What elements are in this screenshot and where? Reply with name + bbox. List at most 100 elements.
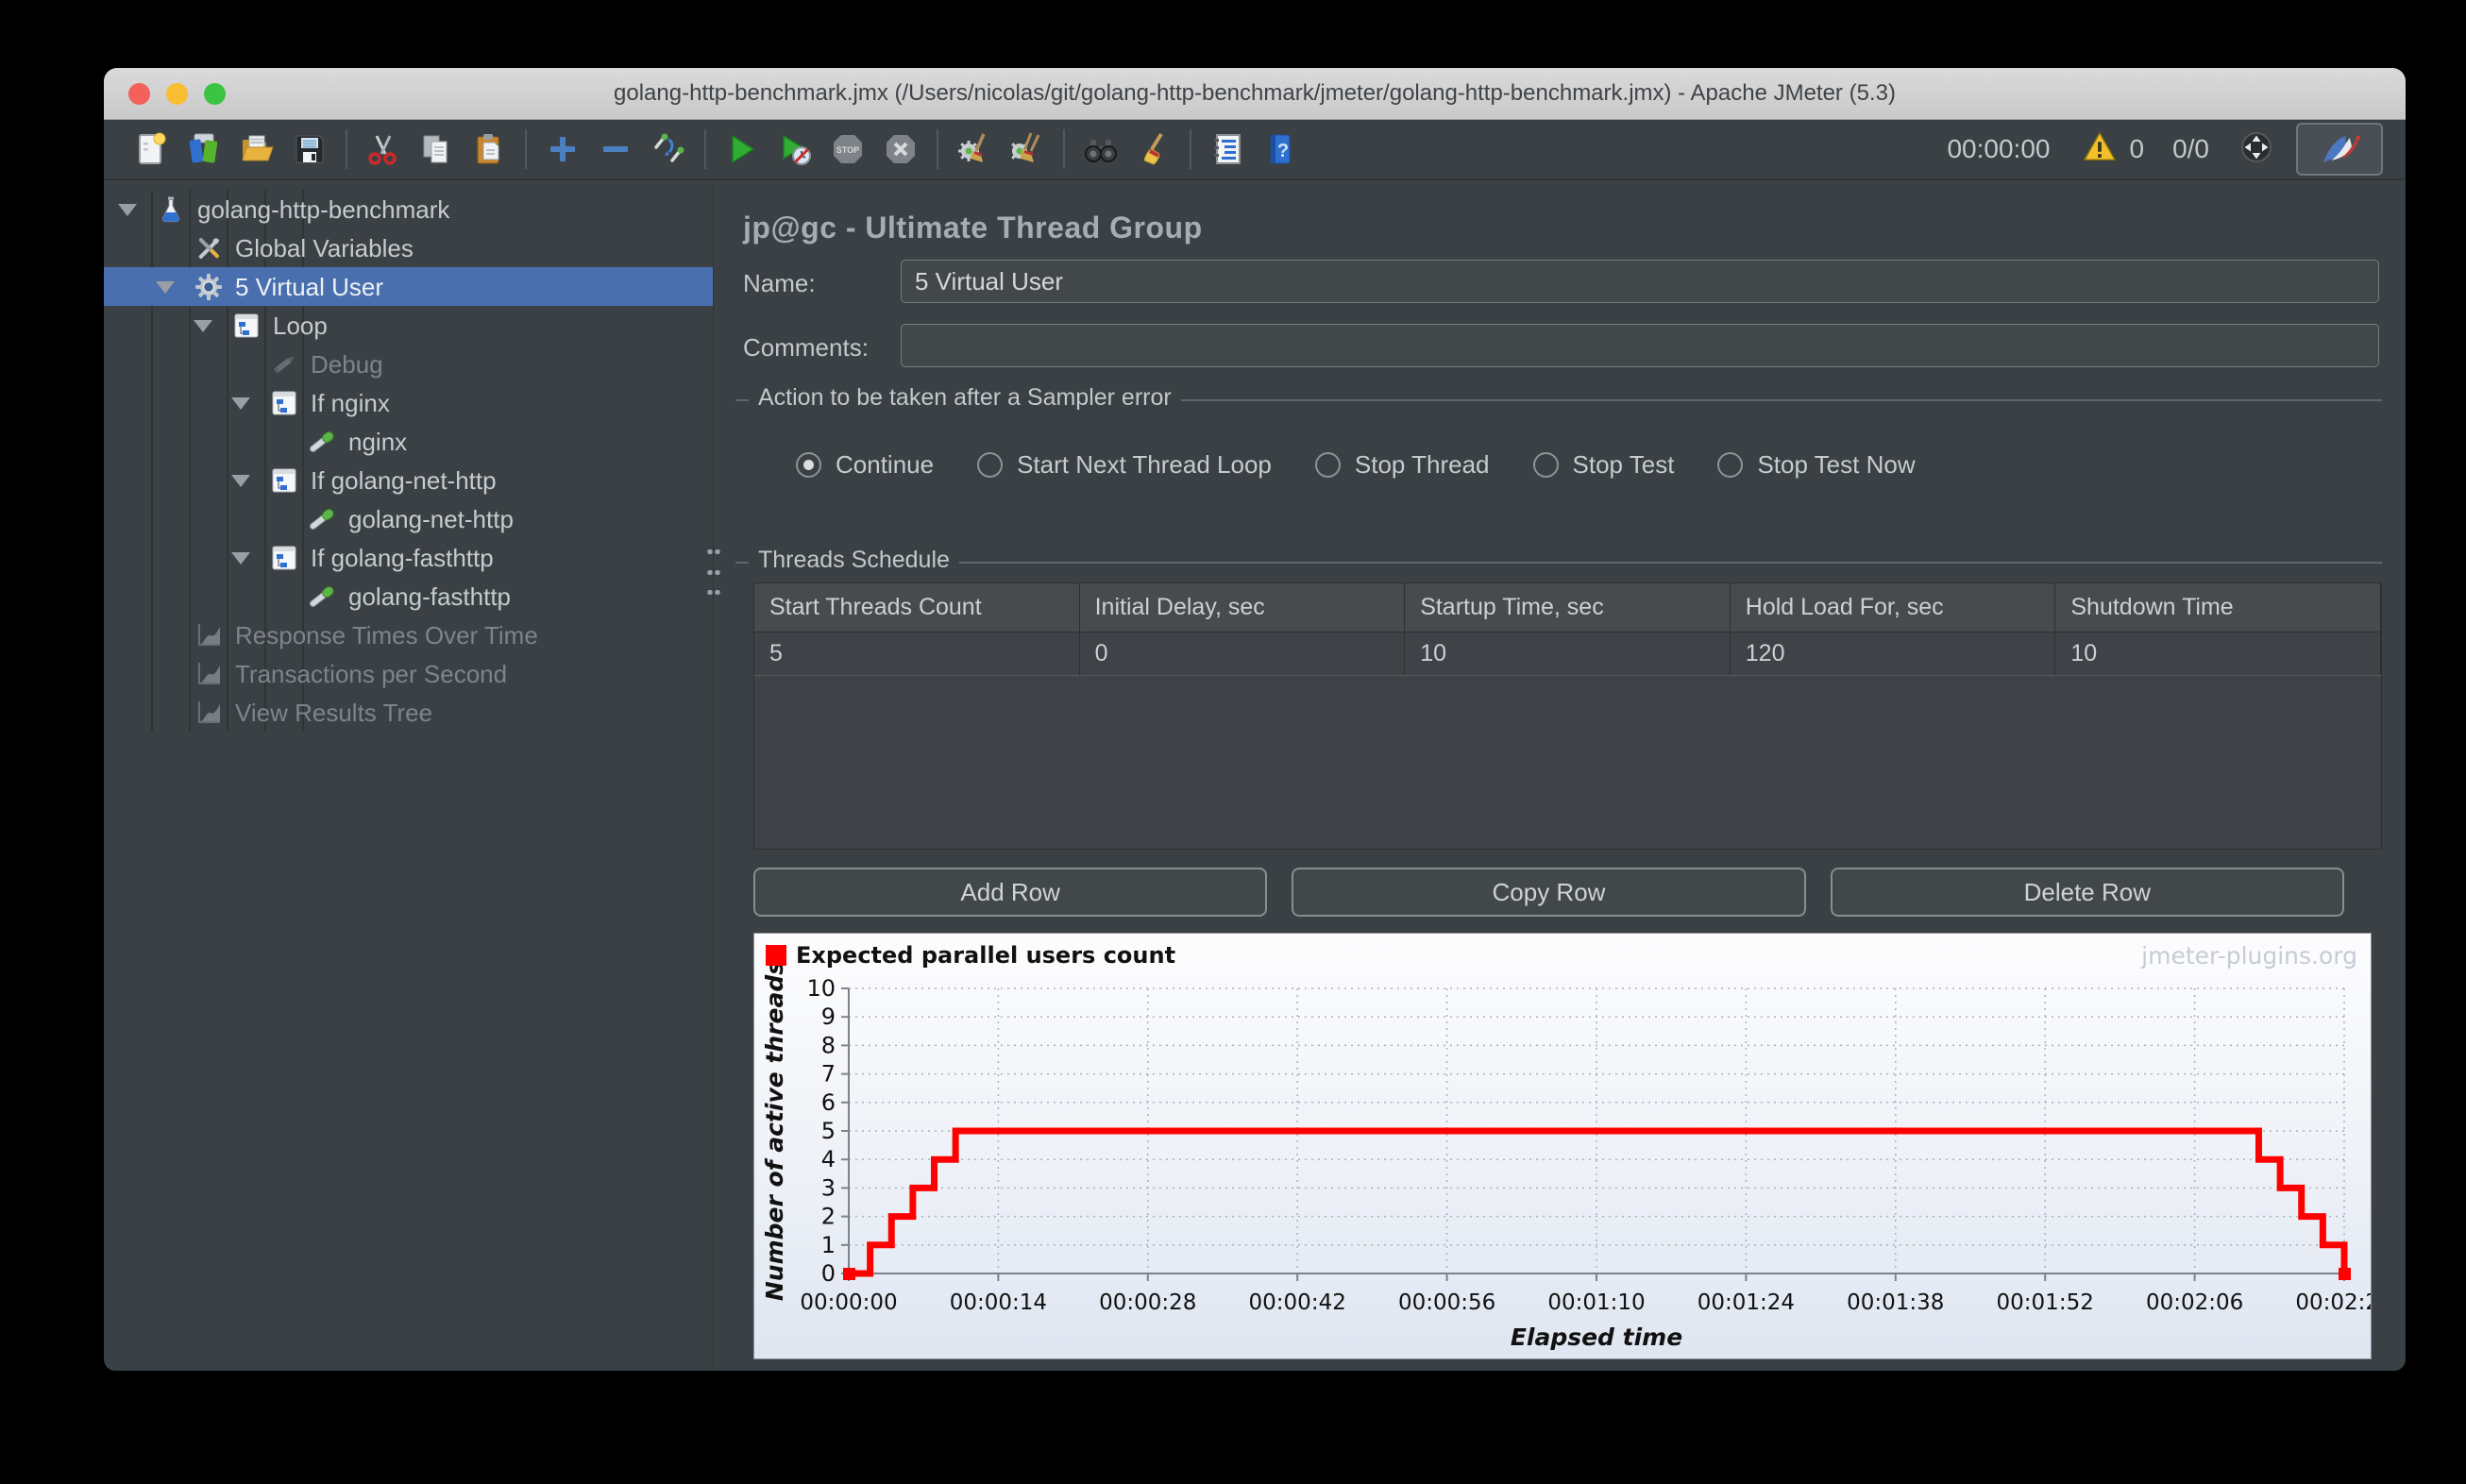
tree-item-5-virtual-user[interactable]: 5 Virtual User xyxy=(104,267,713,306)
table-cell[interactable]: 5 xyxy=(754,632,1080,675)
sampler-error-section: Action to be taken after a Sampler error… xyxy=(735,384,2382,550)
tree-item-loop[interactable]: Loop xyxy=(104,306,713,345)
x-tick-label: 00:01:24 xyxy=(1697,1290,1795,1315)
search-icon[interactable] xyxy=(1074,125,1127,174)
function-helper-icon[interactable] xyxy=(1201,125,1254,174)
tree-item-view-results-tree[interactable]: View Results Tree xyxy=(104,693,713,732)
controller-icon xyxy=(269,543,299,573)
tree-item-label: If nginx xyxy=(311,389,390,417)
paste-icon[interactable] xyxy=(463,125,515,174)
x-tick-label: 00:00:14 xyxy=(950,1290,1047,1315)
warning-icon[interactable] xyxy=(2082,129,2118,170)
sampler-error-title: Action to be taken after a Sampler error xyxy=(749,384,1181,412)
tree-item-response-times-over-time[interactable]: Response Times Over Time xyxy=(104,616,713,654)
tree-item-transactions-per-second[interactable]: Transactions per Second xyxy=(104,654,713,693)
search-reset-icon[interactable] xyxy=(1127,125,1180,174)
open-icon[interactable] xyxy=(230,125,283,174)
start-icon[interactable] xyxy=(716,125,769,174)
shutdown-icon[interactable] xyxy=(874,125,927,174)
name-input[interactable] xyxy=(901,260,2379,303)
test-plan-tree: golang-http-benchmark Global Variables 5 V… xyxy=(104,182,714,1371)
close-button[interactable] xyxy=(128,83,150,105)
ultimate-thread-group-panel: jp@gc - Ultimate Thread Group Name: Comm… xyxy=(715,182,2406,1371)
clear-all-icon[interactable] xyxy=(1001,125,1054,174)
help-icon[interactable]: ? xyxy=(1254,125,1307,174)
tree-item-label: Debug xyxy=(311,350,383,379)
radio-dot-icon[interactable] xyxy=(1314,452,1341,478)
thread-group-icon xyxy=(194,272,224,302)
comments-input[interactable] xyxy=(901,324,2379,367)
tree-item-global-variables[interactable]: Global Variables xyxy=(104,228,713,267)
radio-stop-test-now[interactable]: Stop Test Now xyxy=(1717,450,1916,480)
minimize-button[interactable] xyxy=(166,83,188,105)
copy-icon[interactable] xyxy=(410,125,463,174)
copy-row-button[interactable]: Copy Row xyxy=(1292,868,1806,917)
tree-item-golang-http-benchmark[interactable]: golang-http-benchmark xyxy=(104,190,713,228)
radio-stop-test[interactable]: Stop Test xyxy=(1532,450,1675,480)
tree-item-golang-net-http[interactable]: golang-net-http xyxy=(104,499,713,538)
tree-item-if-golang-fasthttp[interactable]: If golang-fasthttp xyxy=(104,538,713,577)
jmeter-logo-button[interactable] xyxy=(2296,123,2383,176)
reset-icon[interactable] xyxy=(642,125,695,174)
y-tick-label: 2 xyxy=(821,1204,836,1230)
new-file-icon[interactable] xyxy=(125,125,177,174)
add-icon[interactable] xyxy=(536,125,589,174)
sampler-icon xyxy=(307,427,337,457)
window-title: golang-http-benchmark.jmx (/Users/nicola… xyxy=(614,80,1896,106)
sampler-icon xyxy=(307,504,337,534)
y-tick-label: 8 xyxy=(821,1032,836,1058)
tree-item-if-nginx[interactable]: If nginx xyxy=(104,383,713,422)
tree-item-if-golang-net-http[interactable]: If golang-net-http xyxy=(104,461,713,499)
expand-arrow-icon[interactable] xyxy=(231,397,250,410)
y-axis-title: Number of active threads xyxy=(761,961,788,1301)
radio-continue[interactable]: Continue xyxy=(796,450,934,480)
table-cell[interactable]: 10 xyxy=(2055,632,2381,675)
table-cell[interactable]: 120 xyxy=(1731,632,2056,675)
expand-arrow-icon[interactable] xyxy=(118,204,137,216)
test-plan-icon xyxy=(156,194,186,225)
y-tick-label: 9 xyxy=(821,1003,836,1030)
clear-icon[interactable] xyxy=(948,125,1001,174)
radio-start-next-thread-loop[interactable]: Start Next Thread Loop xyxy=(977,450,1272,480)
table-cell[interactable]: 10 xyxy=(1405,632,1731,675)
expand-arrow-icon[interactable] xyxy=(231,552,250,565)
active-threads-count: 0/0 xyxy=(2172,134,2209,163)
x-tick-label: 00:01:10 xyxy=(1547,1290,1645,1315)
y-tick-label: 4 xyxy=(821,1146,836,1172)
tree-item-nginx[interactable]: nginx xyxy=(104,422,713,461)
add-row-button[interactable]: Add Row xyxy=(753,868,1268,917)
listener-icon xyxy=(194,620,224,650)
tree-item-golang-fasthttp[interactable]: golang-fasthttp xyxy=(104,577,713,616)
controller-icon xyxy=(269,388,299,418)
x-tick-label: 00:02:20 xyxy=(2295,1290,2371,1315)
radio-dot-icon[interactable] xyxy=(977,452,1004,478)
expand-arrow-icon[interactable] xyxy=(156,281,175,294)
tree-item-label: If golang-fasthttp xyxy=(311,544,494,572)
radio-stop-thread[interactable]: Stop Thread xyxy=(1314,450,1490,480)
tree-item-debug[interactable]: Debug xyxy=(104,345,713,383)
radio-dot-icon[interactable] xyxy=(1717,452,1744,478)
table-cell[interactable]: 0 xyxy=(1080,632,1406,675)
start-no-timers-icon[interactable] xyxy=(769,125,821,174)
chart-legend-label: Expected parallel users count xyxy=(796,942,1175,969)
expand-arrow-icon[interactable] xyxy=(231,475,250,487)
radio-label: Stop Test xyxy=(1572,450,1675,479)
cut-icon[interactable] xyxy=(357,125,410,174)
x-axis-title: Elapsed time xyxy=(1511,1324,1682,1351)
tree-item-label: golang-fasthttp xyxy=(348,582,512,611)
table-header-cell: Shutdown Time xyxy=(2055,583,2381,632)
remove-icon[interactable] xyxy=(589,125,642,174)
radio-label: Continue xyxy=(836,450,935,479)
templates-icon[interactable] xyxy=(177,125,230,174)
remote-status-icon[interactable] xyxy=(2238,128,2275,171)
radio-dot-icon[interactable] xyxy=(1532,452,1559,478)
expand-arrow-icon[interactable] xyxy=(194,320,212,332)
delete-row-button[interactable]: Delete Row xyxy=(1830,868,2344,917)
traffic-lights xyxy=(128,83,226,105)
zoom-button[interactable] xyxy=(204,83,226,105)
save-icon[interactable] xyxy=(283,125,336,174)
radio-dot-icon[interactable] xyxy=(796,452,821,478)
y-tick-label: 6 xyxy=(821,1089,836,1116)
stop-icon[interactable]: STOP xyxy=(821,125,874,174)
table-row: 5 0 10 120 10 xyxy=(754,632,2381,676)
